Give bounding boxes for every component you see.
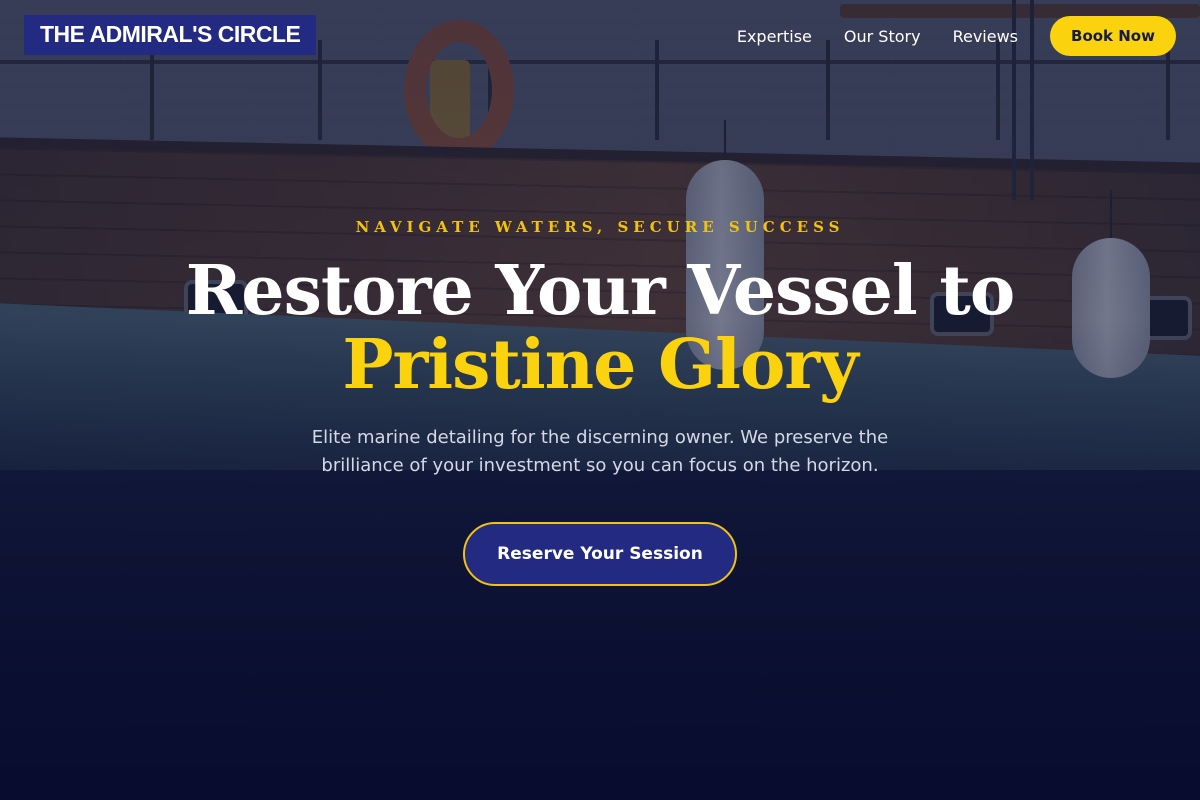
nav-menu: Expertise Our Story Reviews Book Now <box>737 16 1176 56</box>
hero-section: NAVIGATE WATERS, SECURE SUCCESS Restore … <box>0 0 1200 800</box>
reserve-session-button[interactable]: Reserve Your Session <box>463 522 737 586</box>
brand-logo[interactable]: THE ADMIRAL'S CIRCLE <box>24 15 317 55</box>
hero-headline-line1: Restore Your Vessel to <box>185 251 1015 331</box>
nav-link-reviews[interactable]: Reviews <box>953 27 1018 46</box>
hero-eyebrow: NAVIGATE WATERS, SECURE SUCCESS <box>355 218 845 236</box>
nav-link-our-story[interactable]: Our Story <box>844 27 921 46</box>
nav-link-expertise[interactable]: Expertise <box>737 27 812 46</box>
hero-headline: Restore Your Vessel to Pristine Glory <box>185 251 1015 405</box>
hero-subtext: Elite marine detailing for the discernin… <box>311 427 889 476</box>
top-navigation: THE ADMIRAL'S CIRCLE Expertise Our Story… <box>0 0 1200 72</box>
hero-headline-line2: Pristine Glory <box>342 325 858 405</box>
book-now-button[interactable]: Book Now <box>1050 16 1176 56</box>
